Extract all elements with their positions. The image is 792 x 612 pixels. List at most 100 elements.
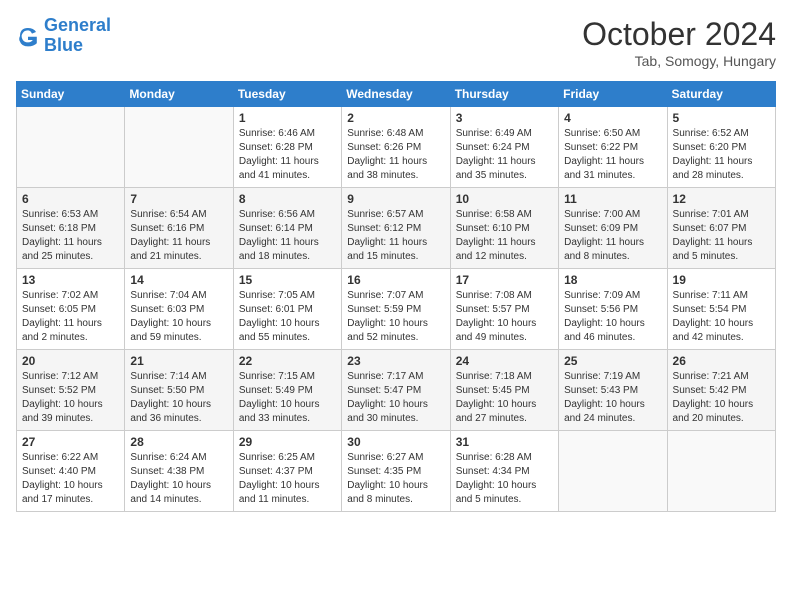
day-info: Sunrise: 6:49 AMSunset: 6:24 PMDaylight:… [456, 127, 553, 183]
day-info-line: Sunset: 6:10 PM [456, 222, 553, 236]
day-info-line: Sunset: 5:59 PM [347, 303, 444, 317]
day-number: 18 [564, 273, 661, 287]
day-info-line: Daylight: 11 hours and 28 minutes. [673, 155, 770, 183]
day-info-line: Daylight: 11 hours and 2 minutes. [22, 317, 119, 345]
day-info: Sunrise: 6:58 AMSunset: 6:10 PMDaylight:… [456, 208, 553, 264]
day-info-line: Sunrise: 7:11 AM [673, 289, 770, 303]
day-info-line: Daylight: 11 hours and 41 minutes. [239, 155, 336, 183]
calendar-cell: 17Sunrise: 7:08 AMSunset: 5:57 PMDayligh… [450, 269, 558, 350]
day-info-line: Daylight: 10 hours and 55 minutes. [239, 317, 336, 345]
day-info-line: Sunrise: 7:09 AM [564, 289, 661, 303]
day-info-line: Sunset: 4:40 PM [22, 465, 119, 479]
day-info: Sunrise: 7:09 AMSunset: 5:56 PMDaylight:… [564, 289, 661, 345]
day-info-line: Sunrise: 6:52 AM [673, 127, 770, 141]
calendar-week-row: 13Sunrise: 7:02 AMSunset: 6:05 PMDayligh… [17, 269, 776, 350]
day-info-line: Sunset: 5:43 PM [564, 384, 661, 398]
day-info-line: Daylight: 10 hours and 33 minutes. [239, 398, 336, 426]
day-number: 30 [347, 435, 444, 449]
day-info-line: Daylight: 10 hours and 8 minutes. [347, 479, 444, 507]
day-info: Sunrise: 6:46 AMSunset: 6:28 PMDaylight:… [239, 127, 336, 183]
day-number: 22 [239, 354, 336, 368]
day-info: Sunrise: 6:25 AMSunset: 4:37 PMDaylight:… [239, 451, 336, 507]
day-info-line: Daylight: 10 hours and 39 minutes. [22, 398, 119, 426]
day-info-line: Sunset: 6:24 PM [456, 141, 553, 155]
day-info-line: Sunset: 6:16 PM [130, 222, 227, 236]
day-number: 21 [130, 354, 227, 368]
day-info-line: Sunrise: 7:02 AM [22, 289, 119, 303]
day-info: Sunrise: 7:05 AMSunset: 6:01 PMDaylight:… [239, 289, 336, 345]
day-info: Sunrise: 6:50 AMSunset: 6:22 PMDaylight:… [564, 127, 661, 183]
calendar-table: SundayMondayTuesdayWednesdayThursdayFrid… [16, 81, 776, 512]
day-number: 3 [456, 111, 553, 125]
day-number: 25 [564, 354, 661, 368]
weekday-header-row: SundayMondayTuesdayWednesdayThursdayFrid… [17, 82, 776, 107]
day-info-line: Sunrise: 7:08 AM [456, 289, 553, 303]
day-info-line: Daylight: 11 hours and 35 minutes. [456, 155, 553, 183]
calendar-cell: 22Sunrise: 7:15 AMSunset: 5:49 PMDayligh… [233, 350, 341, 431]
day-info-line: Daylight: 10 hours and 20 minutes. [673, 398, 770, 426]
day-info-line: Sunrise: 7:18 AM [456, 370, 553, 384]
day-info-line: Daylight: 10 hours and 49 minutes. [456, 317, 553, 345]
day-info: Sunrise: 6:56 AMSunset: 6:14 PMDaylight:… [239, 208, 336, 264]
day-info-line: Daylight: 10 hours and 14 minutes. [130, 479, 227, 507]
day-number: 26 [673, 354, 770, 368]
day-number: 9 [347, 192, 444, 206]
day-info-line: Sunset: 6:22 PM [564, 141, 661, 155]
day-info: Sunrise: 6:57 AMSunset: 6:12 PMDaylight:… [347, 208, 444, 264]
day-info-line: Sunset: 6:09 PM [564, 222, 661, 236]
day-info-line: Daylight: 11 hours and 31 minutes. [564, 155, 661, 183]
calendar-cell: 13Sunrise: 7:02 AMSunset: 6:05 PMDayligh… [17, 269, 125, 350]
day-number: 15 [239, 273, 336, 287]
day-info: Sunrise: 7:12 AMSunset: 5:52 PMDaylight:… [22, 370, 119, 426]
calendar-cell: 8Sunrise: 6:56 AMSunset: 6:14 PMDaylight… [233, 188, 341, 269]
day-number: 11 [564, 192, 661, 206]
day-info-line: Daylight: 11 hours and 18 minutes. [239, 236, 336, 264]
day-info-line: Daylight: 11 hours and 15 minutes. [347, 236, 444, 264]
day-number: 28 [130, 435, 227, 449]
weekday-header-tuesday: Tuesday [233, 82, 341, 107]
day-info-line: Sunset: 4:38 PM [130, 465, 227, 479]
calendar-cell: 26Sunrise: 7:21 AMSunset: 5:42 PMDayligh… [667, 350, 775, 431]
calendar-week-row: 1Sunrise: 6:46 AMSunset: 6:28 PMDaylight… [17, 107, 776, 188]
day-info-line: Sunrise: 7:19 AM [564, 370, 661, 384]
logo-text-line1: General [44, 16, 111, 36]
day-info-line: Daylight: 11 hours and 25 minutes. [22, 236, 119, 264]
day-info-line: Sunrise: 7:12 AM [22, 370, 119, 384]
day-info-line: Daylight: 10 hours and 17 minutes. [22, 479, 119, 507]
day-number: 7 [130, 192, 227, 206]
weekday-header-friday: Friday [559, 82, 667, 107]
day-number: 13 [22, 273, 119, 287]
day-info-line: Sunrise: 7:07 AM [347, 289, 444, 303]
day-number: 6 [22, 192, 119, 206]
day-info-line: Sunrise: 6:22 AM [22, 451, 119, 465]
day-info: Sunrise: 7:14 AMSunset: 5:50 PMDaylight:… [130, 370, 227, 426]
day-info-line: Sunset: 5:45 PM [456, 384, 553, 398]
calendar-cell: 14Sunrise: 7:04 AMSunset: 6:03 PMDayligh… [125, 269, 233, 350]
day-info-line: Sunset: 6:18 PM [22, 222, 119, 236]
calendar-cell: 15 Sunrise: 7:05 AMSunset: 6:01 PMDayligh… [233, 269, 341, 350]
day-info-line: Sunrise: 6:28 AM [456, 451, 553, 465]
title-block: October 2024 Tab, Somogy, Hungary [582, 16, 776, 69]
calendar-cell: 18 Sunrise: 7:09 AMSunset: 5:56 PMDayligh… [559, 269, 667, 350]
calendar-cell: 1Sunrise: 6:46 AMSunset: 6:28 PMDaylight… [233, 107, 341, 188]
day-info-line: Daylight: 10 hours and 11 minutes. [239, 479, 336, 507]
calendar-cell [667, 431, 775, 512]
day-info: Sunrise: 7:08 AMSunset: 5:57 PMDaylight:… [456, 289, 553, 345]
day-info: Sunrise: 7:17 AMSunset: 5:47 PMDaylight:… [347, 370, 444, 426]
day-info-line: Sunset: 5:54 PM [673, 303, 770, 317]
day-info-line: Sunset: 6:14 PM [239, 222, 336, 236]
calendar-cell: 7Sunrise: 6:54 AMSunset: 6:16 PMDaylight… [125, 188, 233, 269]
day-info-line: Sunset: 5:52 PM [22, 384, 119, 398]
location-subtitle: Tab, Somogy, Hungary [582, 53, 776, 69]
day-info: Sunrise: 6:28 AMSunset: 4:34 PMDaylight:… [456, 451, 553, 507]
day-number: 2 [347, 111, 444, 125]
day-info-line: Sunrise: 6:57 AM [347, 208, 444, 222]
calendar-cell: 19Sunrise: 7:11 AMSunset: 5:54 PMDayligh… [667, 269, 775, 350]
day-info-line: Daylight: 10 hours and 36 minutes. [130, 398, 227, 426]
logo-icon [16, 24, 40, 48]
day-info-line: Sunset: 5:57 PM [456, 303, 553, 317]
day-info: Sunrise: 7:00 AMSunset: 6:09 PMDaylight:… [564, 208, 661, 264]
day-info-line: Sunset: 5:49 PM [239, 384, 336, 398]
calendar-week-row: 6Sunrise: 6:53 AMSunset: 6:18 PMDaylight… [17, 188, 776, 269]
calendar-cell: 27Sunrise: 6:22 AMSunset: 4:40 PMDayligh… [17, 431, 125, 512]
